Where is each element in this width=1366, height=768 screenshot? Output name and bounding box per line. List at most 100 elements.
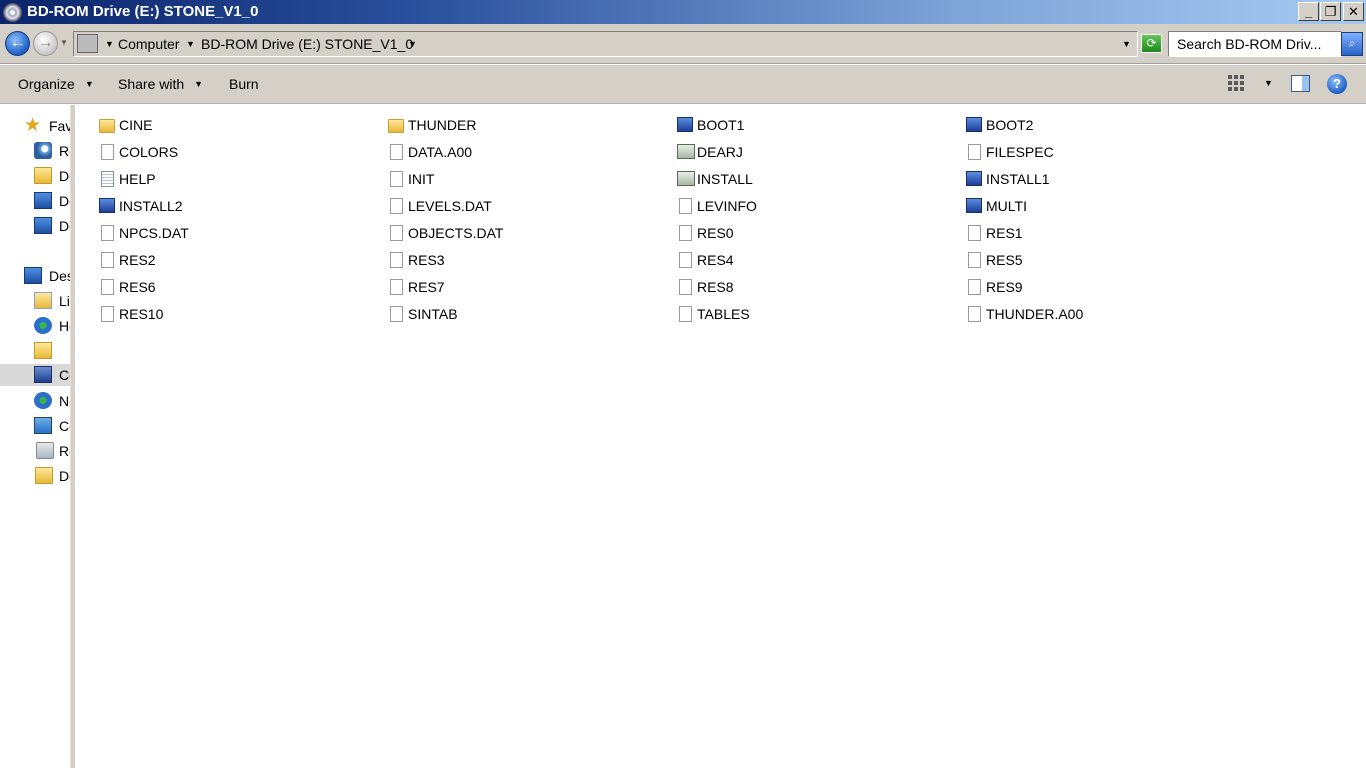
file-name: INIT [408,171,435,187]
address-history-dropdown-icon[interactable]: ▼ [1122,39,1131,49]
nav-item-control-panel[interactable]: Co [0,415,70,437]
forward-button[interactable]: → [33,31,58,56]
file-icon [390,279,403,295]
share-with-button[interactable]: Share with ▼ [118,76,203,92]
search-input[interactable]: Search BD-ROM Driv... [1168,31,1342,57]
desktop-icon [34,192,52,209]
nav-item-homegroup[interactable]: Ho [0,315,70,337]
file-name: LEVELS.DAT [408,198,492,214]
recycle-bin-icon [36,442,54,459]
file-icon [390,171,403,187]
file-name: RES4 [697,252,734,268]
change-view-icon[interactable] [1228,75,1245,92]
nav-item-recycle-bin[interactable]: Re [0,440,70,462]
help-icon[interactable]: ? [1327,74,1347,94]
file-icon [101,306,114,322]
title-bar[interactable]: BD-ROM Drive (E:) STONE_V1_0 _ ❐ ✕ [0,0,1366,24]
address-bar: ← → ▼ ▼ Computer ▼ BD-ROM Drive (E:) STO… [0,24,1366,64]
chevron-down-icon[interactable]: ▼ [105,39,114,49]
breadcrumb-drive[interactable]: BD-ROM Drive (E:) STONE_V1_0 [201,36,413,52]
file-name: RES9 [986,279,1023,295]
nav-item-desktop-root[interactable]: Des [0,265,70,287]
nav-item-favorites[interactable]: ★ Fav [0,115,71,137]
preview-pane-icon[interactable] [1291,75,1310,92]
application-icon [677,144,695,159]
recent-pages-dropdown-icon[interactable]: ▼ [60,38,68,47]
nav-item-label: Ne [59,393,70,409]
nav-item-user[interactable] [0,340,70,362]
downloads-folder-icon [34,167,52,184]
chevron-down-icon[interactable]: ▼ [408,39,417,49]
file-icon [390,198,403,214]
file-name: INSTALL2 [119,198,183,214]
refresh-button[interactable]: ⟳ [1141,34,1162,53]
file-icon [679,306,692,322]
burn-button[interactable]: Burn [229,76,259,92]
nav-item-recent-places[interactable]: Re [0,140,70,162]
nav-item-network[interactable]: Ne [0,390,70,412]
file-name: BOOT2 [986,117,1034,133]
file-icon [101,225,114,241]
executable-icon [966,117,982,132]
nav-item-label: Fav [49,118,71,134]
nav-item-desktop-2[interactable]: Do [0,215,70,237]
file-name: THUNDER.A00 [986,306,1084,322]
bd-rom-drive-icon [3,3,22,22]
nav-item-desktop[interactable]: De [0,190,70,212]
organize-button[interactable]: Organize ▼ [18,76,94,92]
file-name: NPCS.DAT [119,225,189,241]
file-icon [101,279,114,295]
nav-item-label: Do [59,468,70,484]
address-box[interactable]: ▼ Computer ▼ BD-ROM Drive (E:) STONE_V1_… [73,31,1138,57]
chevron-down-icon[interactable]: ▼ [186,39,195,49]
file-icon [101,252,114,268]
file-icon [390,225,403,241]
file-list: CINE THUNDER BOOT1 BOOT2 COLORS DATA.A00… [75,105,1366,768]
file-icon [679,225,692,241]
more-options-dropdown-icon[interactable]: ▼ [1264,78,1273,88]
restore-button[interactable]: ❐ [1320,2,1341,21]
application-icon [677,171,695,186]
nav-item-label: Co [59,418,70,434]
homegroup-icon [34,317,52,334]
nav-item-label: Lik [59,293,70,309]
command-bar: Organize ▼ Share with ▼ Burn ▼ ? [0,65,1366,104]
folder-icon [388,119,404,133]
nav-item-label: Co [59,367,70,383]
file-icon [679,252,692,268]
file-name: OBJECTS.DAT [408,225,504,241]
share-with-label: Share with [118,76,185,92]
nav-item-downloads[interactable]: Do [0,165,70,187]
executable-icon [966,198,982,213]
file-icon [968,279,981,295]
file-icon [390,252,403,268]
file-icon [968,306,981,322]
nav-item-label: Ho [59,318,70,334]
file-icon [968,225,981,241]
nav-item-libraries[interactable]: Lik [0,290,70,312]
computer-icon [34,366,52,383]
nav-item-label: De [59,193,70,209]
search-icon[interactable]: ⌕ [1341,32,1363,56]
desktop-icon [24,267,42,284]
nav-item-label: Re [59,443,70,459]
nav-item-folder[interactable]: Do [0,465,70,487]
back-button[interactable]: ← [5,31,30,56]
nav-item-computer[interactable]: Co [0,364,70,386]
user-folder-icon [34,342,52,359]
executable-icon [677,117,693,132]
nav-item-label: Des [49,268,70,284]
file-name: RES5 [986,252,1023,268]
folder-icon [99,119,115,133]
file-name: RES7 [408,279,445,295]
organize-label: Organize [18,76,75,92]
close-button[interactable]: ✕ [1343,2,1364,21]
executable-icon [99,198,115,213]
file-name: RES10 [119,306,164,322]
file-icon [679,198,692,214]
file-name: DATA.A00 [408,144,473,160]
file-name: RES8 [697,279,734,295]
breadcrumb-computer[interactable]: Computer [118,36,179,52]
star-icon: ★ [24,115,42,136]
minimize-button[interactable]: _ [1298,2,1319,21]
